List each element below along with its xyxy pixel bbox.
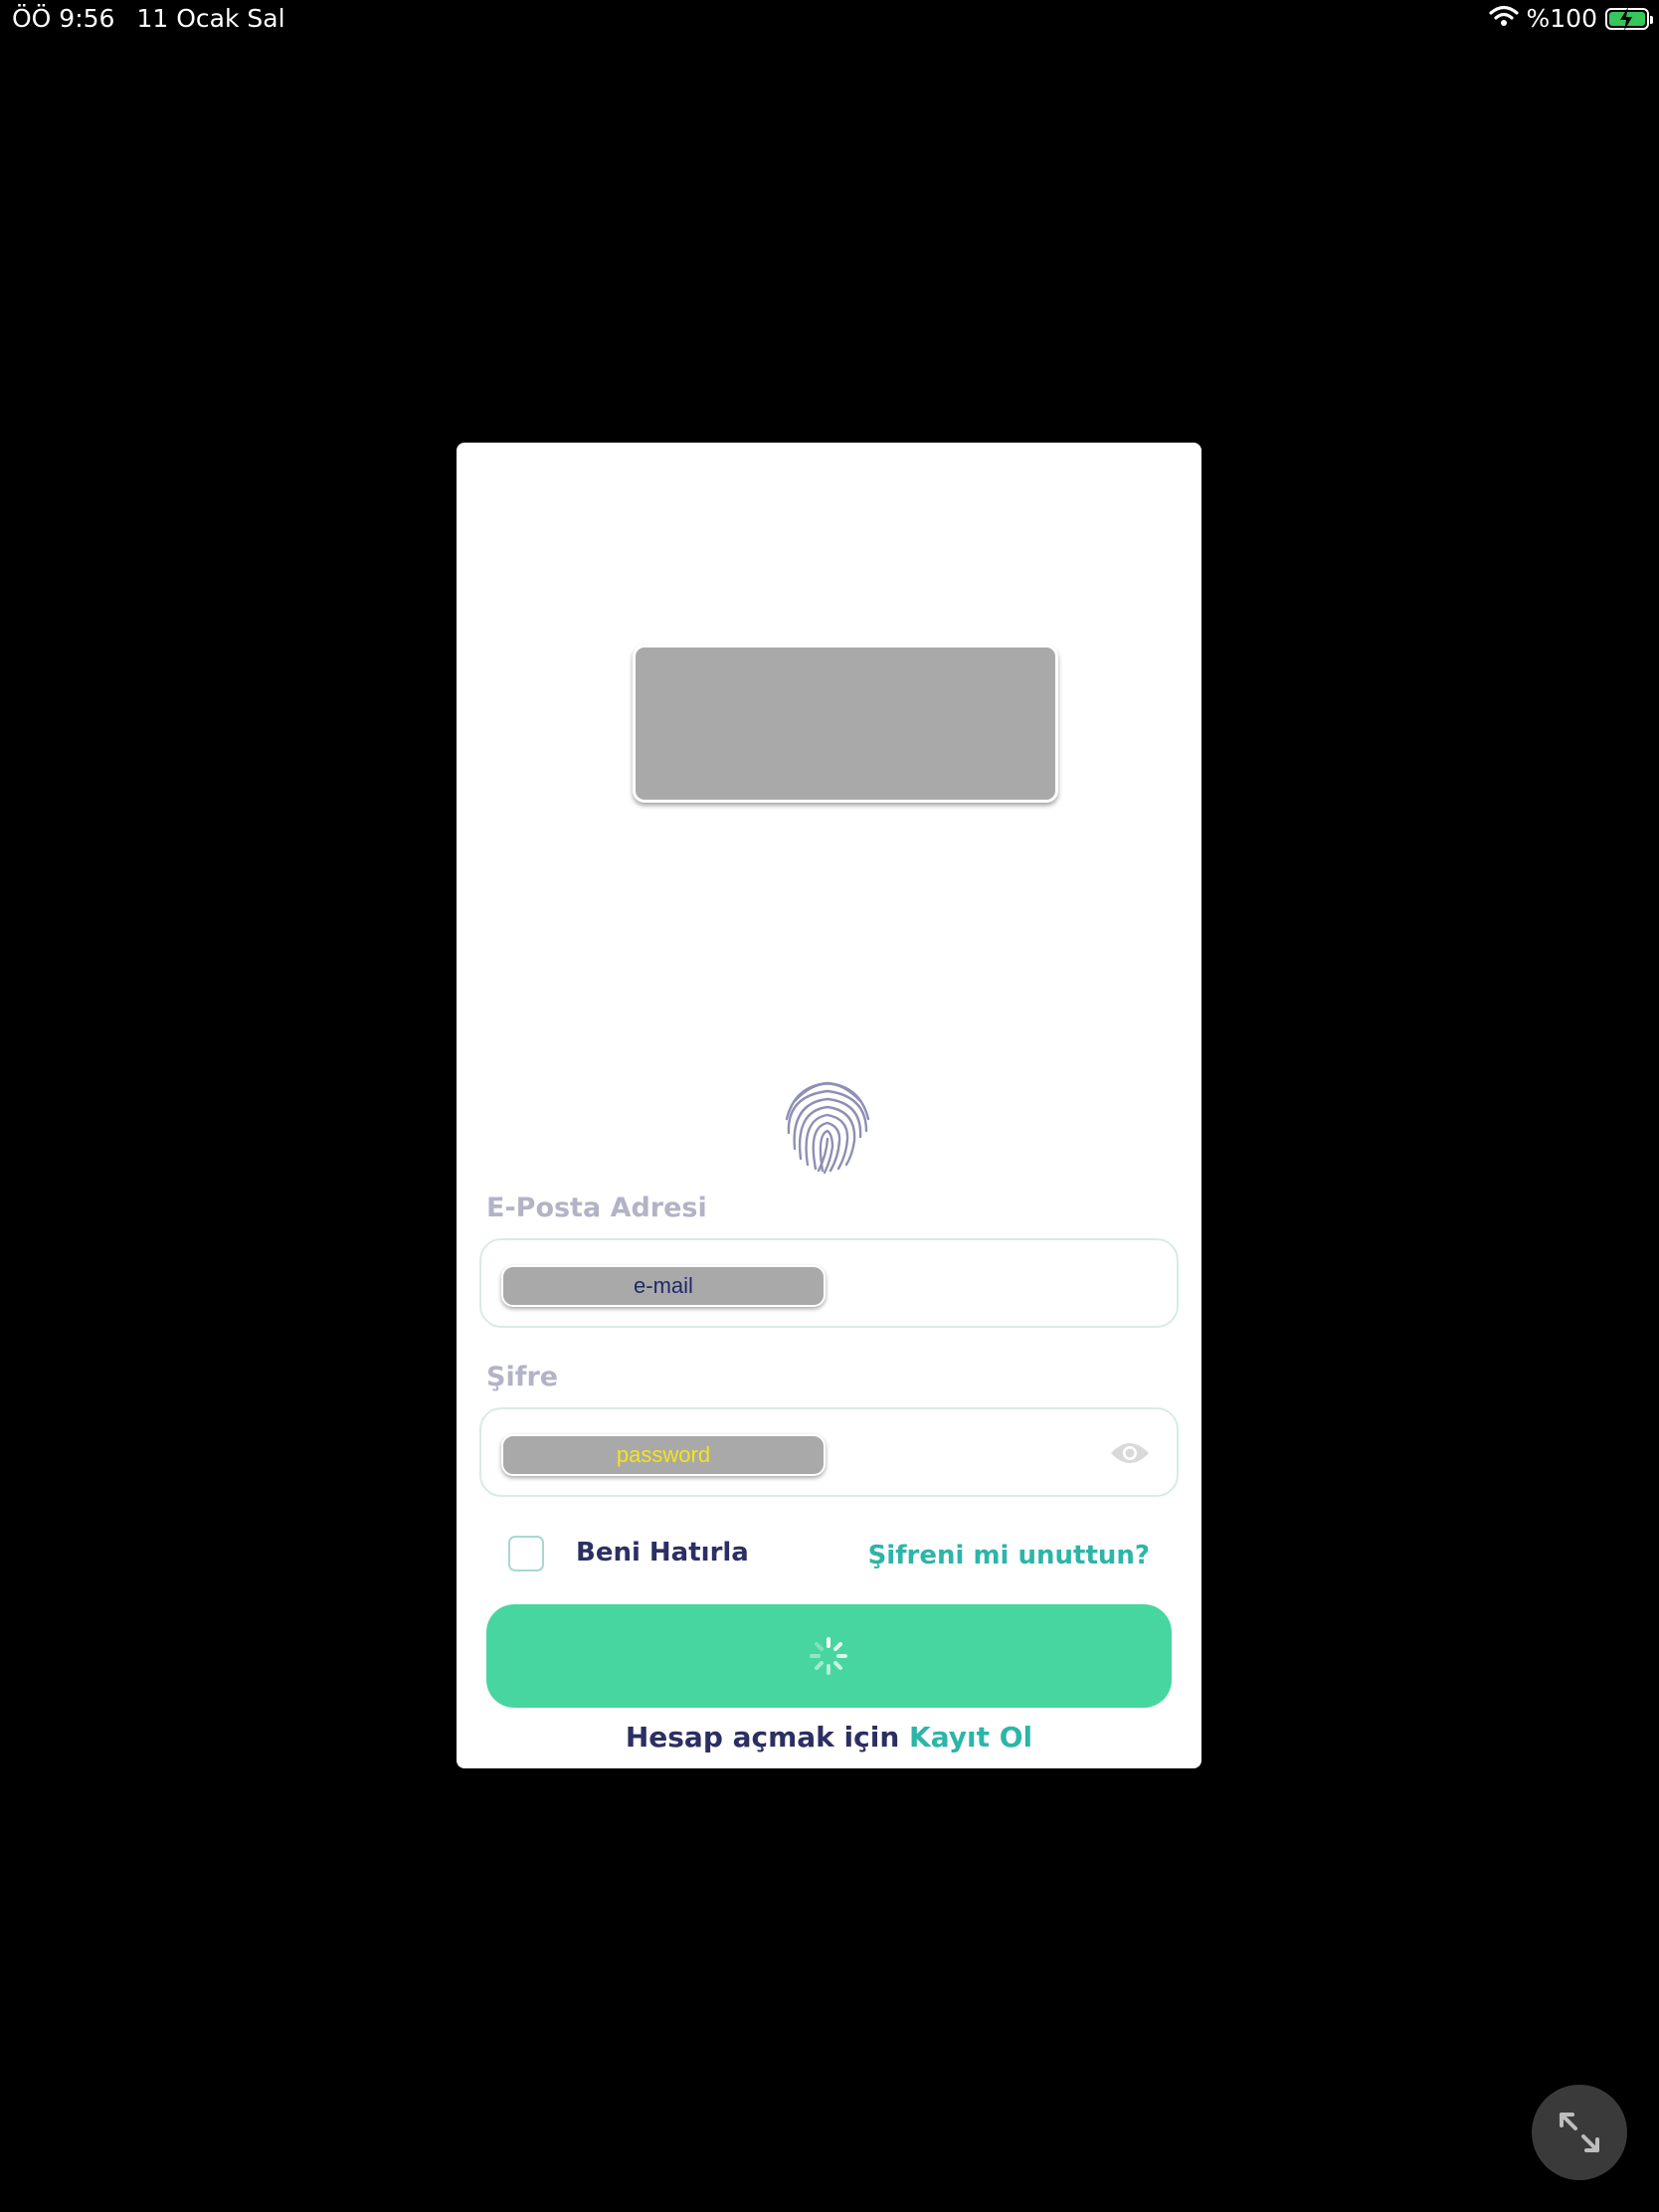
battery-percent: %100 <box>1526 4 1597 33</box>
signup-line: Hesap açmak için Kayıt Ol <box>457 1721 1201 1753</box>
forgot-password-link[interactable]: Şifreni mi unuttun? <box>868 1541 1150 1570</box>
app-logo <box>633 645 1058 803</box>
spinner-icon <box>809 1636 848 1676</box>
login-card: E-Posta Adresi e-mail Şifre password Ben… <box>457 443 1201 1768</box>
status-time: ÖÖ 9:56 <box>12 4 115 33</box>
battery-icon <box>1605 7 1653 31</box>
email-value: e-mail <box>501 1265 826 1307</box>
remember-me-label: Beni Hatırla <box>576 1538 749 1567</box>
email-field[interactable]: e-mail <box>479 1238 1179 1328</box>
signup-link[interactable]: Kayıt Ol <box>909 1721 1032 1753</box>
fingerprint-icon[interactable] <box>775 1071 880 1177</box>
password-value: password <box>501 1434 826 1476</box>
login-button[interactable] <box>486 1604 1172 1708</box>
signup-prompt: Hesap açmak için <box>625 1721 900 1753</box>
status-date: 11 Ocak Sal <box>136 4 285 33</box>
eye-icon[interactable] <box>1109 1439 1151 1467</box>
expand-button[interactable] <box>1532 2085 1627 2180</box>
password-label: Şifre <box>486 1362 559 1392</box>
remember-me-checkbox[interactable] <box>508 1536 544 1571</box>
wifi-icon <box>1488 4 1519 34</box>
status-bar-left: ÖÖ 9:56 11 Ocak Sal <box>12 4 285 34</box>
status-bar-right: %100 <box>1488 4 1653 34</box>
password-field[interactable]: password <box>479 1407 1179 1497</box>
screen: ÖÖ 9:56 11 Ocak Sal %100 E-Posta Adresi … <box>0 0 1659 2212</box>
email-label: E-Posta Adresi <box>486 1193 707 1223</box>
